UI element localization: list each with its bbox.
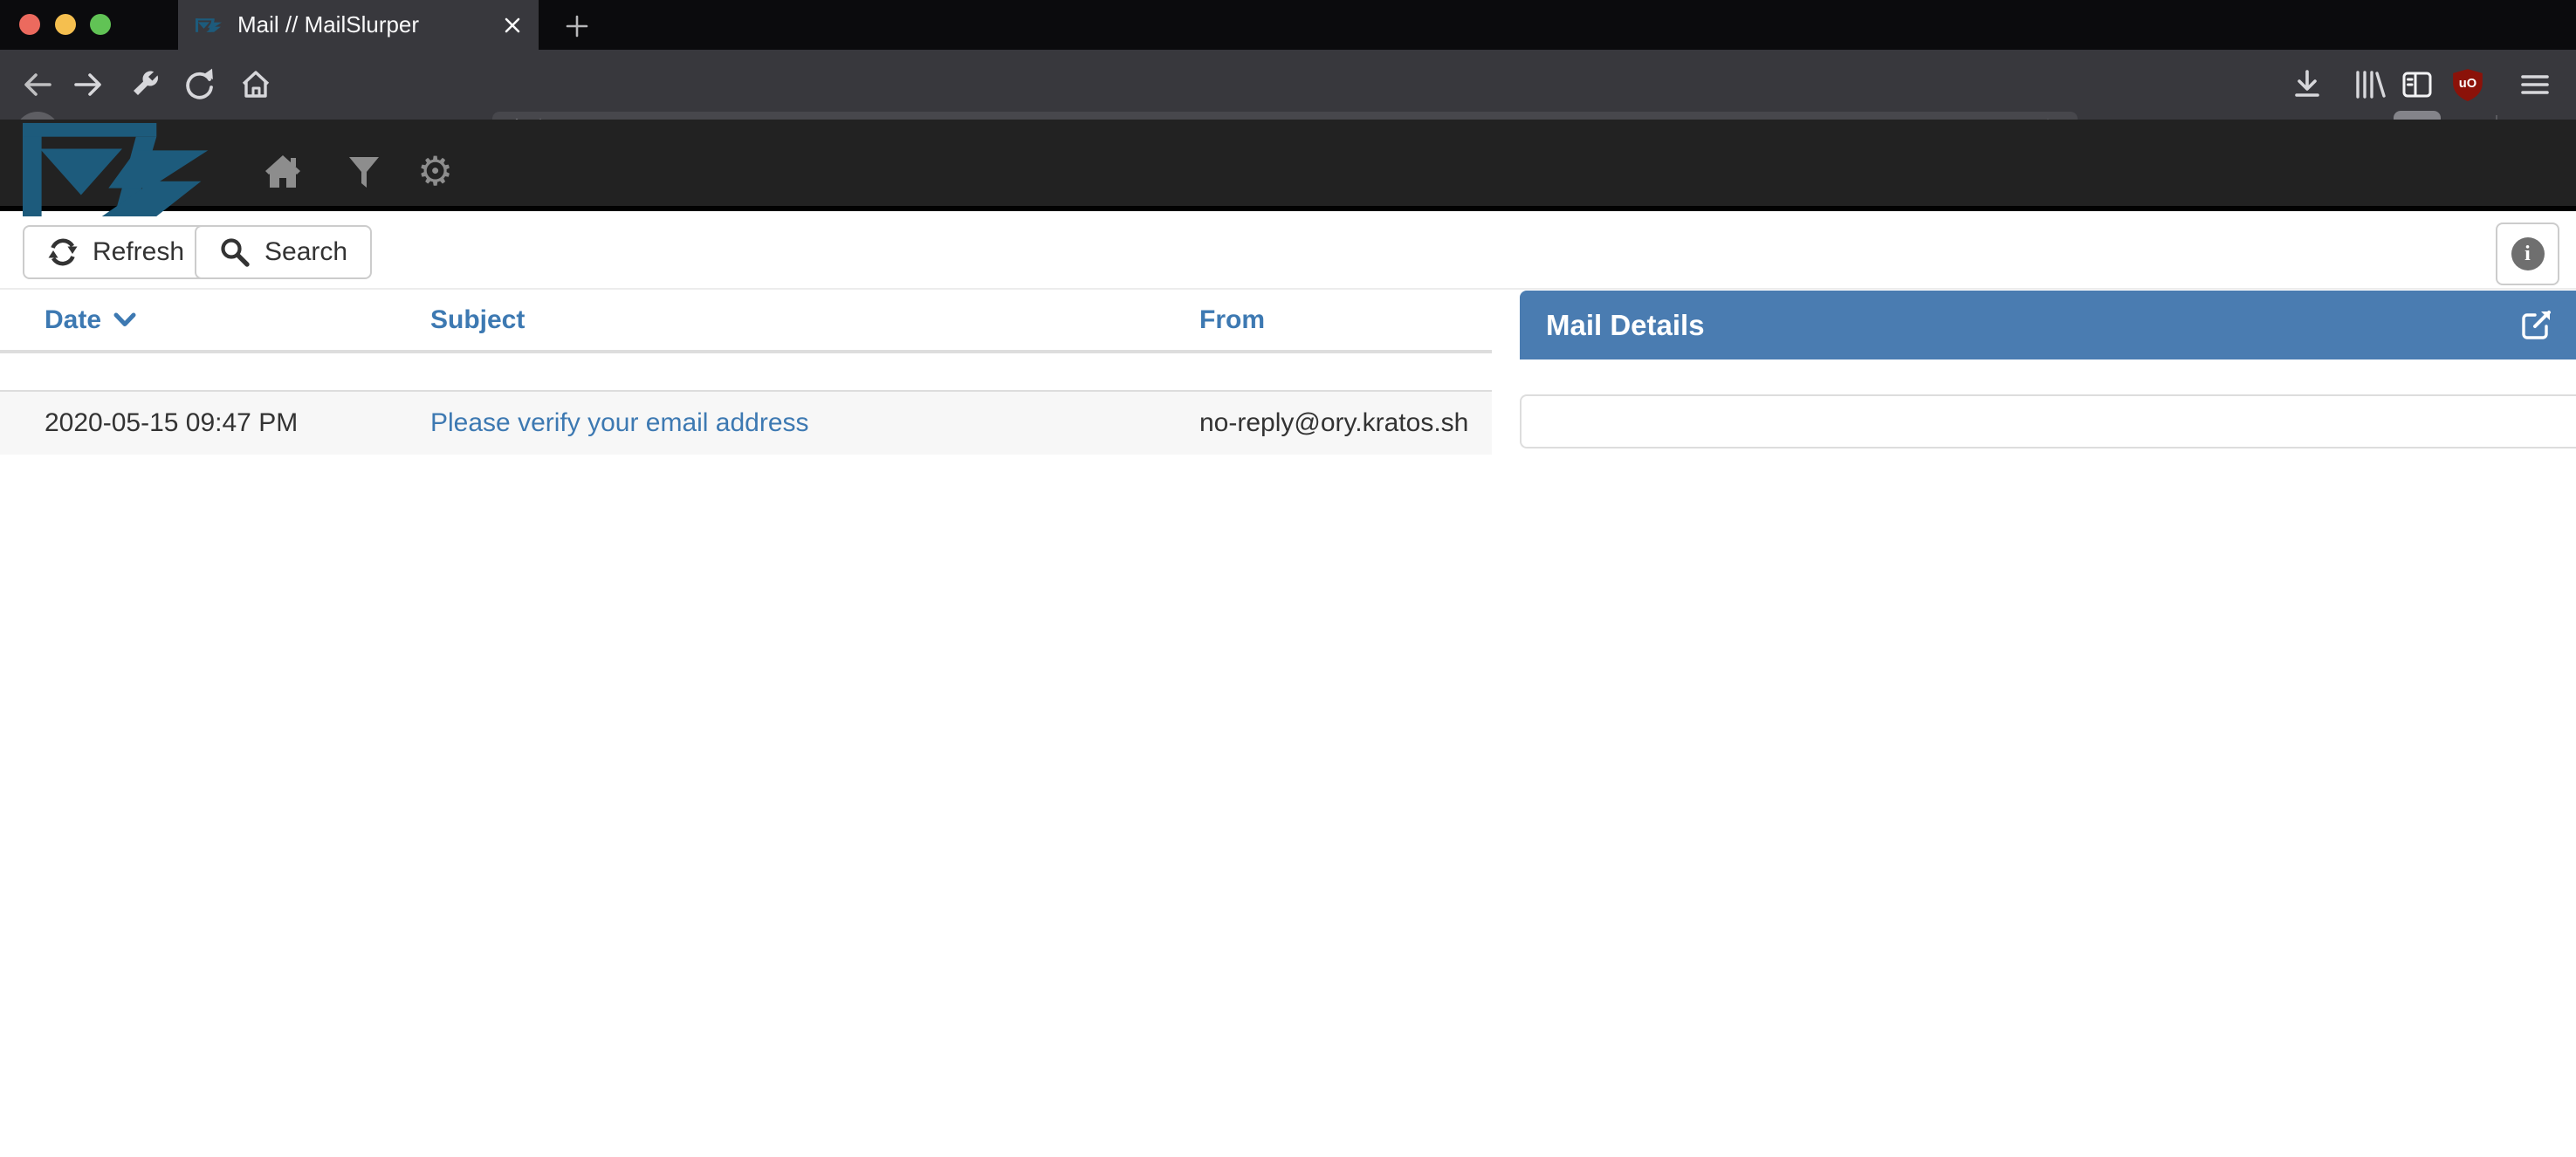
mail-from-cell: no-reply@ory.kratos.sh: [1198, 391, 1492, 455]
search-label: Search: [264, 237, 347, 267]
downloads-icon[interactable]: [2291, 68, 2324, 101]
mailslurper-logo[interactable]: [23, 122, 220, 220]
browser-tab[interactable]: Mail // MailSlurper: [178, 0, 539, 50]
search-button[interactable]: Search: [195, 225, 372, 279]
info-button[interactable]: i: [2496, 222, 2559, 285]
sort-chevron-down-icon: [113, 312, 136, 327]
column-header-from[interactable]: From: [1198, 290, 1492, 352]
refresh-button[interactable]: Refresh: [23, 225, 209, 279]
refresh-icon: [47, 236, 79, 268]
browser-tab-bar: Mail // MailSlurper: [0, 0, 2576, 50]
mail-details-header: Mail Details: [1520, 291, 2576, 359]
tab-title: Mail // MailSlurper: [237, 11, 419, 38]
tab-close-icon[interactable]: [502, 15, 523, 36]
settings-gear-icon[interactable]: ⚙: [417, 151, 453, 191]
mail-table-header-row: Date Subject From: [0, 290, 1492, 352]
mail-details-body: [1520, 394, 2576, 448]
search-icon: [219, 236, 251, 268]
reload-icon[interactable]: [182, 67, 216, 102]
ublock-letters: uO: [2459, 77, 2476, 91]
column-header-date[interactable]: Date: [0, 290, 430, 352]
mail-subject-cell: Please verify your email address: [430, 391, 1198, 455]
sidebar-icon[interactable]: [2401, 68, 2434, 101]
spacer-row: [0, 352, 1492, 391]
info-icon: i: [2511, 237, 2545, 270]
window-close-button[interactable]: [19, 14, 40, 35]
window-minimize-button[interactable]: [55, 14, 76, 35]
window-zoom-button[interactable]: [90, 14, 111, 35]
filter-icon[interactable]: [348, 157, 380, 188]
mail-row[interactable]: 2020-05-15 09:47 PM Please verify your e…: [0, 391, 1492, 455]
browser-nav-toolbar: 127.0.0.1:4436 •••: [0, 50, 2576, 120]
home-icon[interactable]: [238, 67, 273, 102]
wrench-icon[interactable]: [128, 68, 161, 101]
mail-subject-link[interactable]: Please verify your email address: [430, 408, 809, 437]
forward-button-icon[interactable]: [72, 68, 105, 101]
refresh-label: Refresh: [93, 237, 184, 267]
column-header-subject[interactable]: Subject: [430, 290, 1198, 352]
mailslurper-favicon-icon: [196, 18, 223, 32]
menu-hamburger-icon[interactable]: [2519, 71, 2551, 99]
app-navbar: ⚙: [0, 120, 2576, 211]
mail-table: Date Subject From 2020-05-15 09:47 PM Pl…: [0, 290, 1492, 455]
new-tab-button[interactable]: [566, 15, 588, 38]
open-in-new-window-icon[interactable]: [2520, 308, 2553, 341]
mail-list: Date Subject From 2020-05-15 09:47 PM Pl…: [0, 290, 1492, 455]
back-arrow-icon[interactable]: [21, 68, 54, 101]
library-icon[interactable]: [2352, 68, 2387, 101]
mail-details-title: Mail Details: [1546, 309, 1705, 342]
ublock-origin-icon[interactable]: uO: [2451, 67, 2484, 102]
mail-toolbar: Refresh Search i: [0, 216, 2576, 290]
app-home-icon[interactable]: [264, 154, 301, 189]
mail-date-cell: 2020-05-15 09:47 PM: [0, 391, 430, 455]
